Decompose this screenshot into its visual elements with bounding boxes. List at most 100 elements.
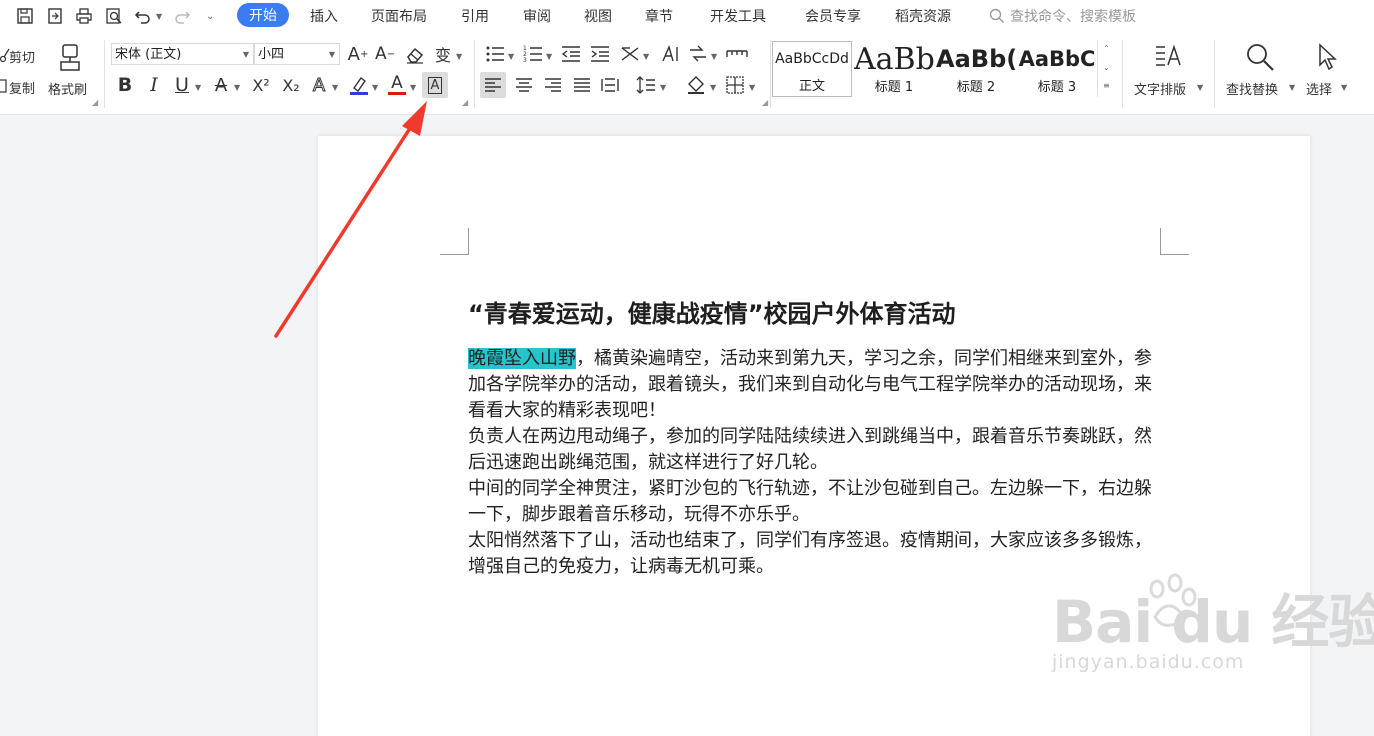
style-heading-3-sample: AaBbC <box>1018 47 1096 71</box>
subscript-button[interactable]: X₂ <box>278 73 304 97</box>
tab-view[interactable]: 视图 <box>584 6 612 26</box>
redo-icon[interactable] <box>172 6 192 26</box>
export-pdf-icon[interactable] <box>45 6 65 26</box>
watermark-logo-text: Bai du 经验 <box>1052 588 1374 656</box>
font-color-icon[interactable]: A <box>386 71 408 97</box>
tab-start[interactable]: 开始 <box>237 3 289 27</box>
decrease-indent-icon[interactable] <box>560 43 582 65</box>
style-heading-3[interactable]: AaBbC 标题 3 <box>1018 41 1096 97</box>
shrink-font-icon[interactable]: A − <box>374 43 396 65</box>
chevron-down-icon[interactable]: ▼ <box>456 52 462 61</box>
line-spacing-icon[interactable] <box>634 72 658 98</box>
tab-docer[interactable]: 稻壳资源 <box>895 6 951 26</box>
chinese-layout-icon[interactable] <box>619 43 641 65</box>
tab-page-layout[interactable]: 页面布局 <box>371 6 427 26</box>
find-replace-icon[interactable] <box>1244 41 1276 73</box>
print-icon[interactable] <box>74 6 94 26</box>
save-icon[interactable] <box>15 6 35 26</box>
scroll-down-icon[interactable]: ⌄ <box>1103 63 1110 72</box>
chevron-down-icon[interactable]: ▼ <box>1341 83 1347 92</box>
text-layout-button[interactable]: 文字排版 <box>1134 79 1186 98</box>
chevron-down-icon[interactable]: ▼ <box>1197 83 1203 92</box>
paragraph[interactable]: 晚霞坠入山野，橘黄染遍晴空，活动来到第九天，学习之余，同学们相继来到室外，参加各… <box>468 346 1163 424</box>
strikethrough-icon[interactable]: A <box>210 73 232 97</box>
numbered-list-icon[interactable]: 123 <box>522 43 544 65</box>
clipboard-expand-icon[interactable]: ◢ <box>92 98 98 107</box>
tab-review[interactable]: 审阅 <box>523 6 551 26</box>
document-title[interactable]: “青春爱运动，健康战疫情”校园户外体育活动 <box>468 294 956 329</box>
font-size-select[interactable]: 小四 ▼ <box>254 43 340 65</box>
bullet-list-icon[interactable] <box>484 43 506 65</box>
borders-icon[interactable] <box>723 72 747 98</box>
text-direction-icon[interactable] <box>659 43 681 65</box>
cut-button[interactable]: 剪切 <box>9 47 35 66</box>
show-marks-icon[interactable] <box>725 43 749 65</box>
bold-button[interactable]: B <box>114 73 136 97</box>
text-effect-icon[interactable]: A <box>308 73 330 97</box>
tab-insert[interactable]: 插入 <box>310 6 338 26</box>
tab-chapter[interactable]: 章节 <box>645 6 673 26</box>
chevron-down-icon[interactable]: ▼ <box>643 52 649 61</box>
chevron-down-icon[interactable]: ▼ <box>546 52 552 61</box>
style-gallery-scroll[interactable]: ⌃ ⌄ ≡ <box>1097 41 1116 97</box>
scroll-up-icon[interactable]: ⌃ <box>1103 44 1110 53</box>
print-preview-icon[interactable] <box>104 6 124 26</box>
chevron-down-icon[interactable]: ▼ <box>372 83 378 92</box>
pinyin-guide-icon[interactable]: 变 <box>432 43 454 65</box>
sort-icon[interactable] <box>687 43 709 65</box>
chevron-down-icon[interactable]: ▼ <box>332 83 338 92</box>
paragraph[interactable]: 太阳悄然落下了山，活动也结束了，同学们有序签退。疫情期间，大家应该多多锻炼，增强… <box>468 528 1163 580</box>
chevron-down-icon[interactable]: ▼ <box>1289 83 1295 92</box>
highlight-color-icon[interactable] <box>348 73 370 97</box>
baidu-jingyan-watermark: Bai du 经验 jingyan.baidu.com <box>1052 575 1374 673</box>
clear-format-icon[interactable] <box>404 44 426 66</box>
justify-icon[interactable] <box>570 72 594 98</box>
chevron-down-icon[interactable]: ▼ <box>660 83 666 92</box>
increase-indent-icon[interactable] <box>589 43 611 65</box>
paragraph[interactable]: 负责人在两边甩动绳子，参加的同学陆陆续续进入到跳绳当中，跟着音乐节奏跳跃，然后迅… <box>468 424 1163 476</box>
tab-member[interactable]: 会员专享 <box>805 6 861 26</box>
align-right-icon[interactable] <box>541 72 565 98</box>
italic-button[interactable]: I <box>143 73 165 97</box>
style-heading-2[interactable]: AaBb( 标题 2 <box>936 41 1016 97</box>
undo-icon[interactable] <box>133 6 153 26</box>
more-styles-icon[interactable]: ≡ <box>1103 81 1110 90</box>
chevron-down-icon[interactable]: ▼ <box>508 52 514 61</box>
underline-button[interactable]: U <box>171 73 193 97</box>
distribute-icon[interactable] <box>598 72 622 98</box>
paragraph[interactable]: 中间的同学全神贯注，紧盯沙包的飞行轨迹，不让沙包碰到自己。左边躲一下，右边躲一下… <box>468 476 1163 528</box>
chevron-down-icon[interactable]: ▼ <box>410 83 416 92</box>
document-body[interactable]: 晚霞坠入山野，橘黄染遍晴空，活动来到第九天，学习之余，同学们相继来到室外，参加各… <box>468 346 1163 580</box>
tab-developer[interactable]: 开发工具 <box>710 6 766 26</box>
undo-dropdown-icon[interactable]: ▼ <box>156 12 162 21</box>
font-group-expand-icon[interactable]: ◢ <box>462 98 468 107</box>
text-layout-icon[interactable] <box>1153 42 1183 72</box>
align-left-icon[interactable] <box>480 72 506 98</box>
chevron-down-icon[interactable]: ▼ <box>749 83 755 92</box>
paragraph-expand-icon[interactable]: ◢ <box>762 98 768 107</box>
shading-icon[interactable] <box>684 72 708 98</box>
character-border-icon[interactable]: A <box>422 72 448 98</box>
style-normal[interactable]: AaBbCcDd 正文 <box>772 41 852 97</box>
chevron-down-icon[interactable]: ▼ <box>711 52 717 61</box>
superscript-button[interactable]: X² <box>248 73 274 97</box>
divider <box>1122 40 1123 108</box>
search-input[interactable]: 查找命令、搜索模板 <box>1010 6 1136 26</box>
chevron-down-icon[interactable]: ▼ <box>195 83 201 92</box>
format-painter-icon[interactable] <box>56 41 84 73</box>
customize-toolbar-icon[interactable]: ⌄ <box>206 11 214 22</box>
find-replace-button[interactable]: 查找替换 <box>1226 79 1278 98</box>
tab-references[interactable]: 引用 <box>461 6 489 26</box>
align-center-icon[interactable] <box>512 72 536 98</box>
copy-icon[interactable] <box>0 77 8 95</box>
grow-font-icon[interactable]: A + <box>347 43 369 65</box>
format-painter-button[interactable]: 格式刷 <box>48 79 87 98</box>
select-button[interactable]: 选择 <box>1306 79 1332 98</box>
style-heading-1[interactable]: AaBb 标题 1 <box>854 41 934 97</box>
copy-button[interactable]: 复制 <box>9 78 35 97</box>
select-cursor-icon[interactable] <box>1314 42 1340 72</box>
chevron-down-icon[interactable]: ▼ <box>710 83 716 92</box>
selected-text[interactable]: 晚霞坠入山野 <box>468 348 576 369</box>
chevron-down-icon[interactable]: ▼ <box>234 83 240 92</box>
font-name-select[interactable]: 宋体 (正文) ▼ <box>111 43 254 65</box>
